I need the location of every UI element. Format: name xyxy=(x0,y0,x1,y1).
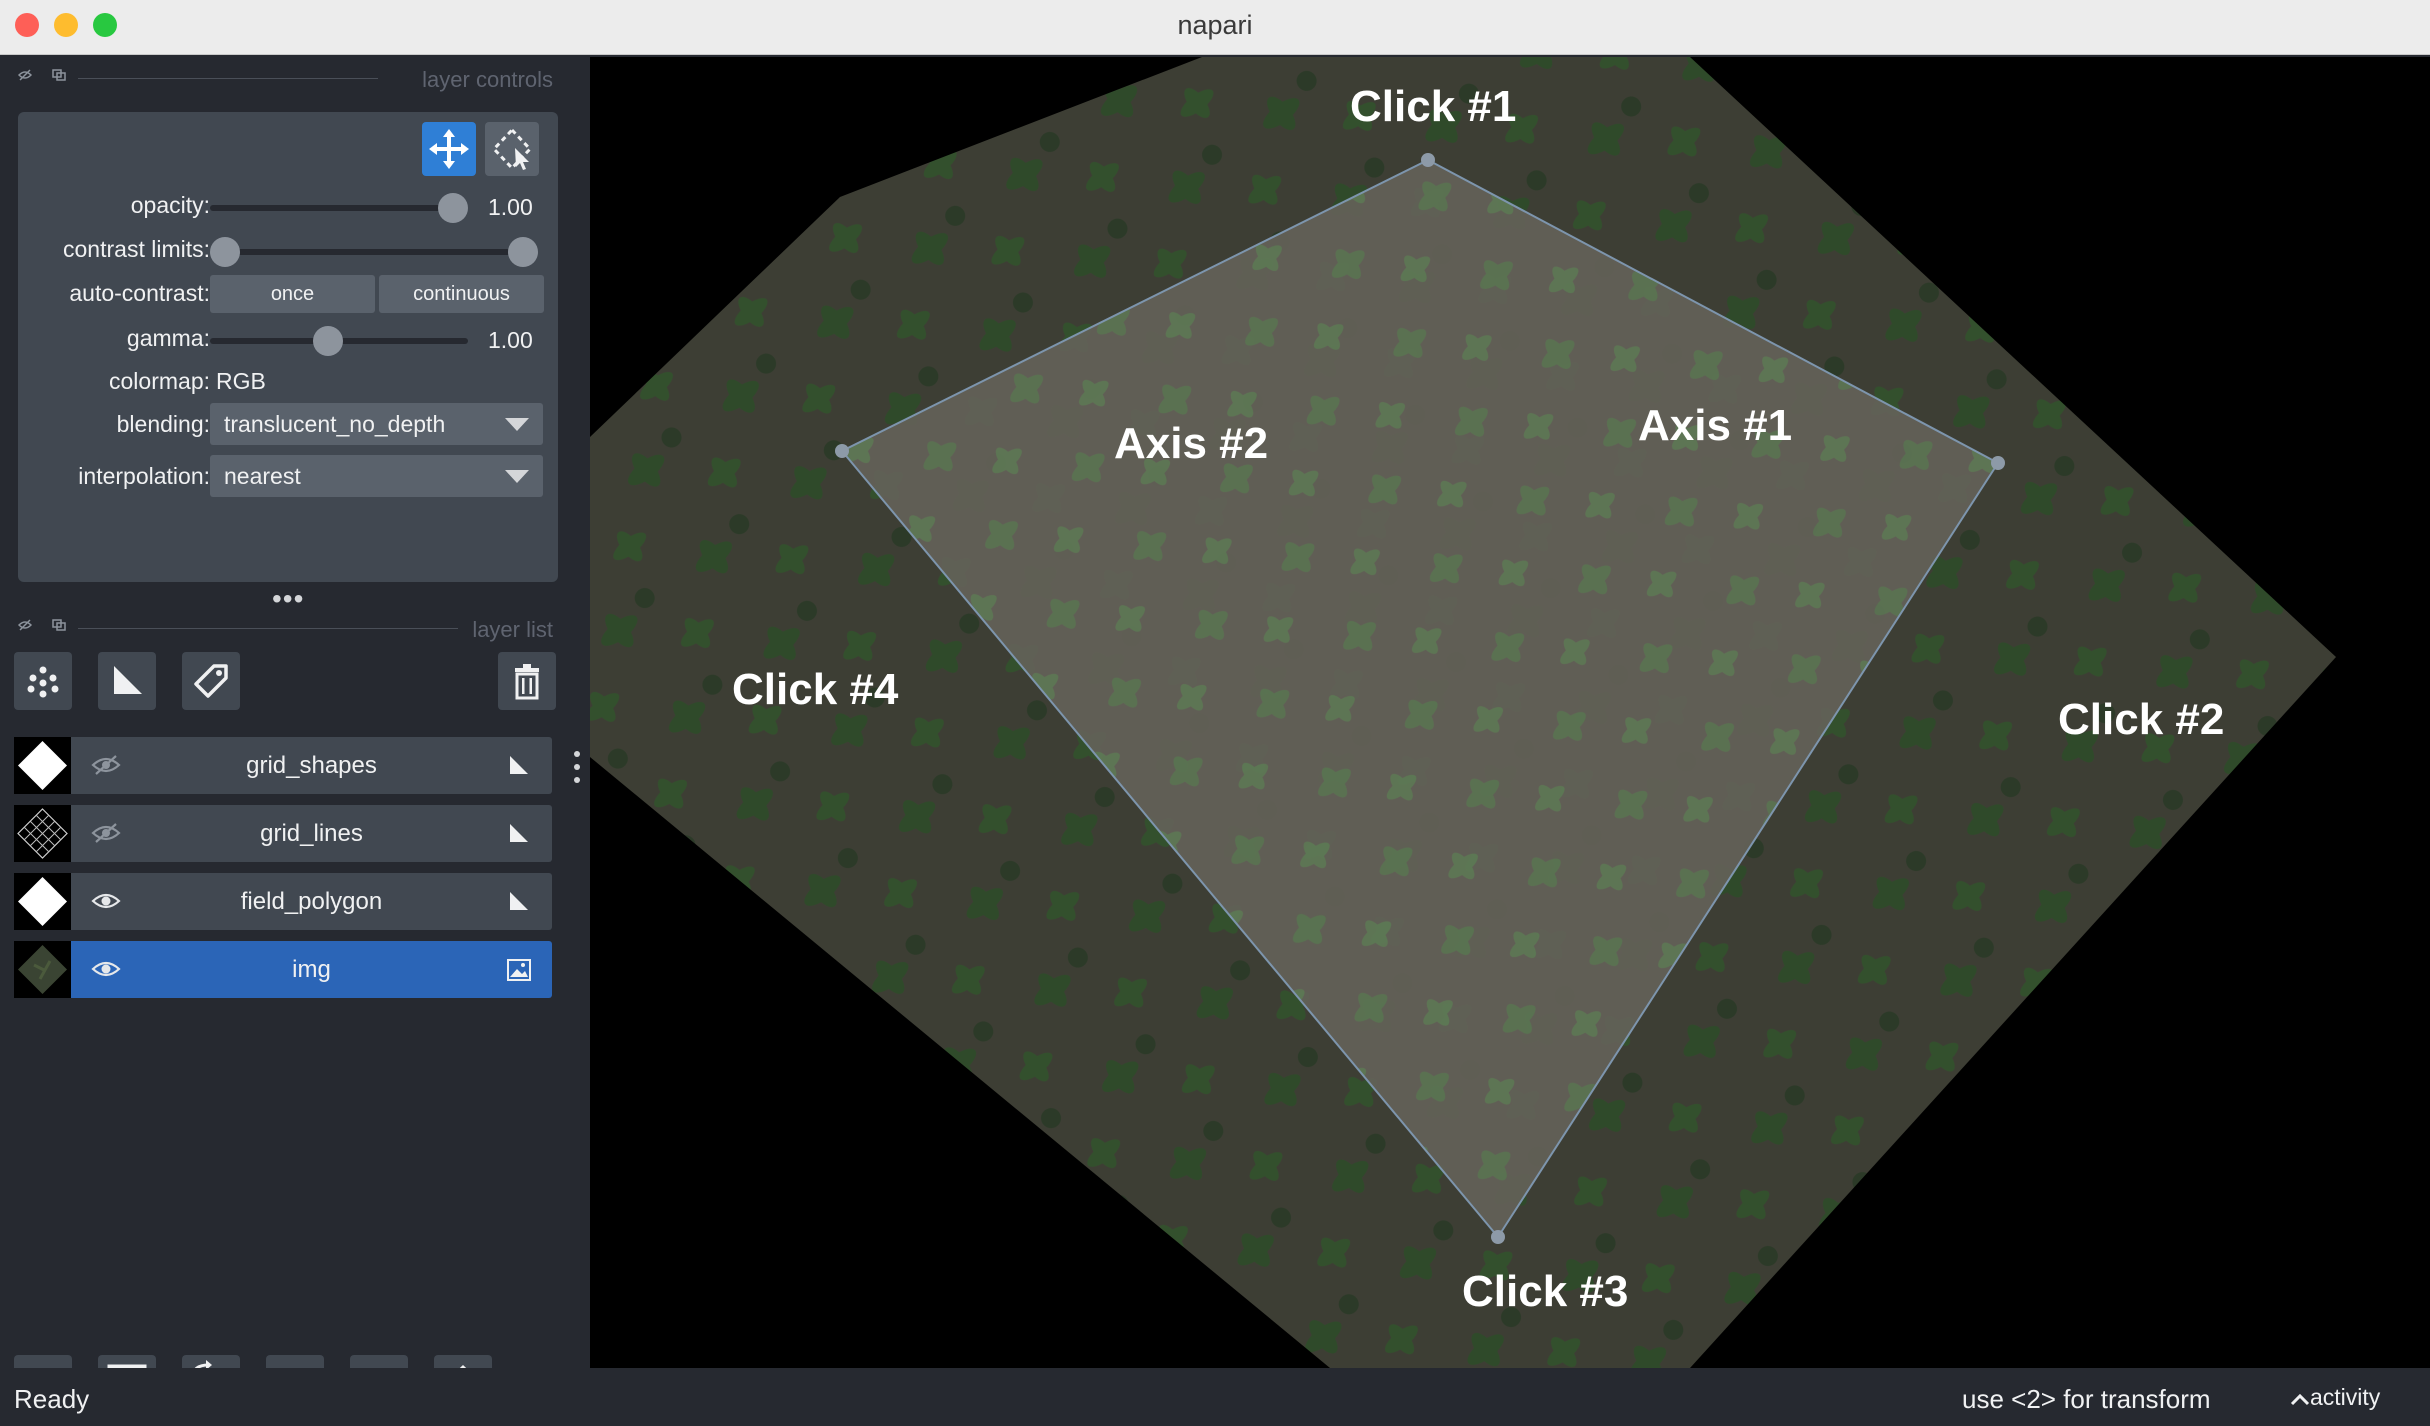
layer-name: grid_lines xyxy=(260,820,363,847)
shapes-layer-icon xyxy=(510,824,528,842)
layer-name: img xyxy=(292,956,331,983)
opacity-slider-handle[interactable] xyxy=(438,193,468,223)
hide-dock-icon[interactable] xyxy=(18,69,32,81)
status-bar: Ready use <2> for transform activity xyxy=(0,1368,2430,1426)
polygon-vertex-3[interactable] xyxy=(1491,1230,1505,1244)
click-1-label: Click #1 xyxy=(1350,82,1517,131)
canvas-viewer[interactable]: Click #1 Click #2 Click #3 Click #4 Axis… xyxy=(590,57,2430,1368)
interpolation-value: nearest xyxy=(224,463,301,489)
colormap-row: colormap: RGB xyxy=(18,360,558,404)
interpolation-label: interpolation: xyxy=(78,463,210,489)
axis-1-label: Axis #1 xyxy=(1638,401,1793,450)
layer-bar: img xyxy=(71,941,552,998)
float-dock-icon[interactable] xyxy=(52,619,66,631)
opacity-value: 1.00 xyxy=(488,194,533,220)
pan-zoom-select-button[interactable] xyxy=(485,122,539,176)
window-title: napari xyxy=(1177,10,1253,40)
gamma-label: gamma: xyxy=(126,325,210,351)
chevron-down-icon xyxy=(505,418,529,431)
chevron-up-icon xyxy=(2290,1393,2310,1405)
layer-controls-title: layer controls xyxy=(422,67,553,92)
polygon-vertex-2[interactable] xyxy=(1991,456,2005,470)
select-dashed-cursor-icon xyxy=(491,127,533,171)
shapes-layer-icon xyxy=(510,892,528,910)
hide-dock-icon[interactable] xyxy=(18,619,32,631)
colormap-value: RGB xyxy=(216,368,266,394)
contrast-limits-label: contrast limits: xyxy=(63,236,210,262)
new-labels-layer-button[interactable] xyxy=(182,652,240,710)
layer-bar: field_polygon xyxy=(71,873,552,930)
blending-dropdown[interactable]: translucent_no_depth xyxy=(210,403,543,445)
blending-label: blending: xyxy=(116,411,210,437)
trash-icon xyxy=(515,664,539,700)
click-2-label: Click #2 xyxy=(2058,695,2225,744)
move-arrows-icon xyxy=(429,129,469,169)
activity-button[interactable]: activity xyxy=(2290,1384,2380,1411)
polygon-vertex-4[interactable] xyxy=(835,444,849,458)
window-titlebar: napari xyxy=(0,0,2430,55)
float-dock-icon[interactable] xyxy=(52,69,66,81)
blending-value: translucent_no_depth xyxy=(224,411,446,437)
polygon-vertex-1[interactable] xyxy=(1421,153,1435,167)
header-divider xyxy=(78,628,458,629)
layer-name: grid_shapes xyxy=(246,752,377,779)
status-message: Ready xyxy=(14,1384,90,1414)
points-icon xyxy=(27,666,59,698)
status-hint: use <2> for transform xyxy=(1962,1384,2211,1414)
opacity-slider[interactable] xyxy=(210,205,468,211)
contrast-max-handle[interactable] xyxy=(508,237,538,267)
layer-item-field-polygon[interactable]: field_polygon xyxy=(14,873,552,930)
axis-2-label: Axis #2 xyxy=(1114,419,1269,468)
delete-layer-button[interactable] xyxy=(498,652,556,710)
layer-item-grid-shapes[interactable]: grid_shapes xyxy=(14,737,552,794)
layer-thumbnail xyxy=(14,873,71,930)
dock-resize-handle-icon[interactable] xyxy=(574,750,580,784)
click-3-label: Click #3 xyxy=(1462,1267,1629,1316)
transform-mode-button[interactable] xyxy=(422,122,476,176)
layer-bar: grid_lines xyxy=(71,805,552,862)
layer-thumbnail xyxy=(14,737,71,794)
layer-item-grid-lines[interactable]: grid_lines xyxy=(14,805,552,862)
layer-controls-panel: opacity: 1.00 contrast limits: auto-cont… xyxy=(18,112,558,582)
shapes-icon xyxy=(114,666,142,694)
layer-list-header: layer list xyxy=(18,611,553,647)
layer-thumbnail xyxy=(14,805,71,862)
auto-contrast-once-button[interactable]: once xyxy=(210,275,375,313)
interpolation-dropdown[interactable]: nearest xyxy=(210,455,543,497)
left-dock: layer controls opacity: 1.00 contrast li… xyxy=(0,55,588,1413)
opacity-row: opacity: 1.00 xyxy=(18,184,558,228)
tag-icon xyxy=(194,664,228,698)
activity-label: activity xyxy=(2310,1384,2381,1410)
click-4-label: Click #4 xyxy=(732,665,899,714)
blending-row: blending: translucent_no_depth xyxy=(18,403,558,447)
layer-bar: grid_shapes xyxy=(71,737,552,794)
header-divider xyxy=(78,78,378,79)
contrast-min-handle[interactable] xyxy=(210,237,240,267)
image-layer-icon xyxy=(507,959,531,981)
gamma-value: 1.00 xyxy=(488,327,533,353)
colormap-label: colormap: xyxy=(109,368,210,394)
contrast-limits-row: contrast limits: xyxy=(18,228,558,272)
opacity-label: opacity: xyxy=(130,192,210,218)
auto-contrast-label: auto-contrast: xyxy=(69,280,210,306)
layer-list-title: layer list xyxy=(472,617,553,642)
new-shapes-layer-button[interactable] xyxy=(98,652,156,710)
gamma-slider-handle[interactable] xyxy=(313,326,343,356)
layer-item-img[interactable]: img xyxy=(14,941,552,998)
layer-name: field_polygon xyxy=(240,888,383,915)
chevron-down-icon xyxy=(505,470,529,483)
new-points-layer-button[interactable] xyxy=(14,652,72,710)
shapes-layer-icon xyxy=(510,756,528,774)
layer-controls-header: layer controls xyxy=(18,61,553,97)
contrast-limits-slider[interactable] xyxy=(210,249,510,255)
layer-thumbnail xyxy=(14,941,71,998)
gamma-row: gamma: 1.00 xyxy=(18,317,558,361)
interpolation-row: interpolation: nearest xyxy=(18,455,558,499)
auto-contrast-row: auto-contrast: once continuous xyxy=(18,272,558,316)
auto-contrast-continuous-button[interactable]: continuous xyxy=(379,275,544,313)
